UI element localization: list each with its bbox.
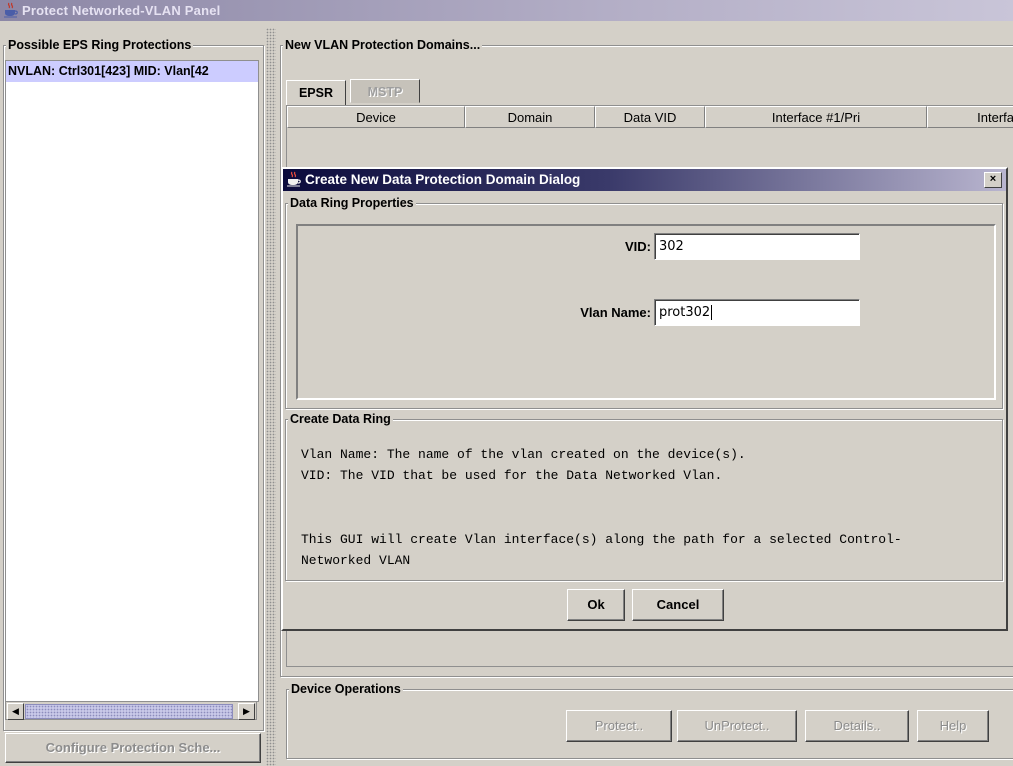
eps-protection-list[interactable]: NVLAN: Ctrl301[423] MID: Vlan[42 [5,60,259,702]
details-button[interactable]: Details.. [805,710,909,742]
group-label-create-data-ring: Create Data Ring [288,411,393,427]
java-cup-icon [286,171,302,190]
help-text-line-2: VID: The VID that be used for the Data N… [301,468,723,483]
vid-value: 302 [659,239,684,254]
data-ring-properties-group: Data Ring Properties VID: 302 Vlan Name:… [285,195,1003,409]
column-header-interface-1[interactable]: Interface #1/Pri [705,106,927,128]
group-label-device-operations: Device Operations [289,681,403,697]
vlan-name-label: Vlan Name: [580,305,651,320]
scroll-left-icon[interactable]: ◀ [7,703,24,720]
java-cup-icon [3,2,19,21]
help-text-line-1: Vlan Name: The name of the vlan created … [301,447,746,462]
vlan-name-field[interactable]: prot302 [654,299,860,326]
help-text-line-3: This GUI will create Vlan interface(s) a… [301,532,902,547]
group-label-data-ring-properties: Data Ring Properties [288,195,416,211]
table-header: Device Domain Data VID Interface #1/Pri … [287,106,1013,128]
horizontal-scrollbar[interactable]: ◀ ▶ [5,701,257,720]
dialog-titlebar[interactable]: Create New Data Protection Domain Dialog… [283,169,1006,191]
help-text-line-4: Networked VLAN [301,553,411,568]
scroll-right-icon[interactable]: ▶ [238,703,255,720]
tab-mstp[interactable]: MSTP [350,79,420,103]
tab-epsr[interactable]: EPSR [286,80,346,106]
protect-button[interactable]: Protect.. [566,710,672,742]
close-icon[interactable]: × [984,172,1002,188]
cancel-button[interactable]: Cancel [632,589,724,621]
group-label-new-vlan: New VLAN Protection Domains... [283,37,483,53]
help-button[interactable]: Help [917,710,989,742]
properties-inner-panel: VID: 302 Vlan Name: prot302 [296,224,996,400]
split-pane-divider[interactable] [266,28,276,766]
column-header-domain[interactable]: Domain [465,106,595,128]
group-label-possible-eps: Possible EPS Ring Protections [6,37,194,53]
configure-protection-button[interactable]: Configure Protection Sche... [5,733,261,763]
text-caret [711,305,713,320]
window-title: Protect Networked-VLAN Panel [22,3,221,18]
column-header-data-vid[interactable]: Data VID [595,106,705,128]
window-titlebar[interactable]: Protect Networked-VLAN Panel [0,0,1013,21]
column-header-interface-2[interactable]: Interfa [927,106,1013,128]
vlan-name-value: prot302 [659,305,711,320]
dialog-title: Create New Data Protection Domain Dialog [305,172,581,187]
create-data-ring-group: Create Data Ring Vlan Name: The name of … [285,411,1003,581]
create-data-protection-domain-dialog: Create New Data Protection Domain Dialog… [281,167,1008,631]
ok-button[interactable]: Ok [567,589,625,621]
unprotect-button[interactable]: UnProtect.. [677,710,797,742]
scroll-thumb[interactable] [25,704,233,719]
list-item[interactable]: NVLAN: Ctrl301[423] MID: Vlan[42 [6,61,258,82]
vid-field[interactable]: 302 [654,233,860,260]
column-header-device[interactable]: Device [287,106,465,128]
vid-label: VID: [625,239,651,254]
